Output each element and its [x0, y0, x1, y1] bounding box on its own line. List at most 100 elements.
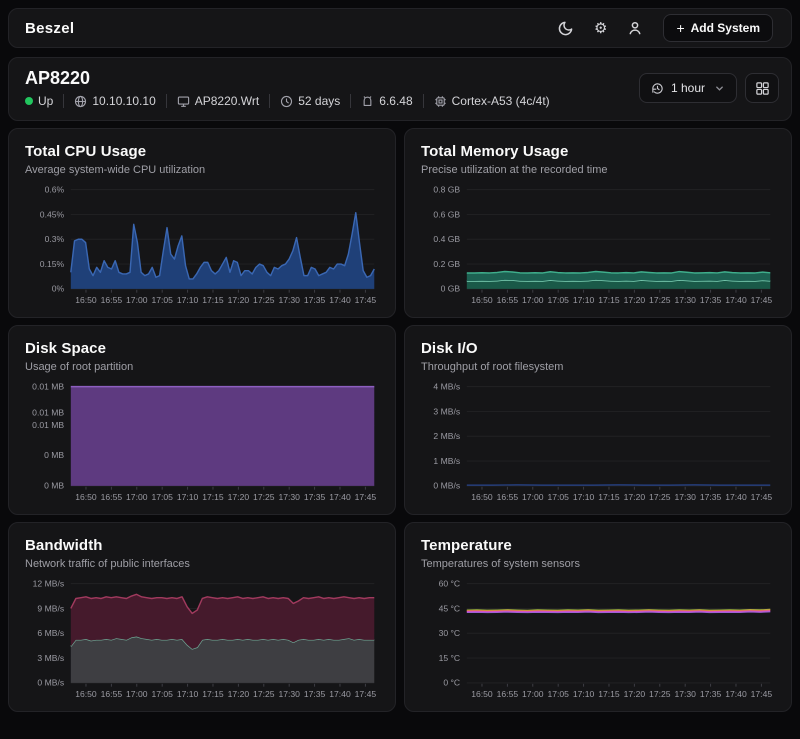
- add-system-label: Add System: [691, 21, 760, 35]
- grid-icon: [755, 81, 770, 96]
- chart-title: Disk I/O: [421, 340, 776, 357]
- layout-grid-button[interactable]: [745, 73, 779, 103]
- time-range-value: 1 hour: [671, 81, 705, 95]
- system-name: AP8220: [25, 68, 550, 89]
- svg-text:16:55: 16:55: [497, 689, 519, 699]
- system-cpu-model-value: Cortex-A53 (4c/4t): [452, 94, 550, 108]
- status-badge: Up: [25, 94, 53, 108]
- svg-text:17:10: 17:10: [573, 295, 595, 305]
- brand-logo[interactable]: Beszel: [25, 20, 74, 37]
- svg-text:0.45%: 0.45%: [40, 209, 65, 219]
- divider: [166, 94, 167, 108]
- svg-text:17:35: 17:35: [304, 295, 326, 305]
- svg-text:0.6 GB: 0.6 GB: [433, 209, 460, 219]
- svg-text:17:10: 17:10: [177, 295, 199, 305]
- svg-text:17:00: 17:00: [522, 295, 544, 305]
- disk-io-chart[interactable]: 4 MB/s3 MB/s2 MB/s1 MB/s0 MB/s16:5016:55…: [421, 378, 776, 504]
- globe-icon: [74, 95, 87, 108]
- svg-text:45 °C: 45 °C: [439, 603, 461, 613]
- svg-text:17:40: 17:40: [725, 492, 747, 502]
- bandwidth-chart[interactable]: 12 MB/s9 MB/s6 MB/s3 MB/s0 MB/s16:5016:5…: [25, 575, 380, 701]
- system-kernel-value: 6.6.48: [379, 94, 412, 108]
- chart-subtitle: Average system-wide CPU utilization: [25, 164, 380, 176]
- svg-text:0.8 GB: 0.8 GB: [433, 184, 460, 194]
- divider: [350, 94, 351, 108]
- svg-text:17:25: 17:25: [649, 689, 671, 699]
- gear-icon: ⚙: [594, 21, 607, 36]
- memory-chart[interactable]: 0.8 GB0.6 GB0.4 GB0.2 GB0 GB16:5016:5517…: [421, 181, 776, 307]
- svg-text:17:20: 17:20: [228, 689, 250, 699]
- svg-text:2 MB/s: 2 MB/s: [433, 431, 460, 441]
- svg-text:17:05: 17:05: [547, 295, 569, 305]
- svg-text:0 GB: 0 GB: [441, 284, 461, 294]
- chart-svg: 0.8 GB0.6 GB0.4 GB0.2 GB0 GB16:5016:5517…: [421, 181, 776, 307]
- svg-text:17:15: 17:15: [598, 492, 620, 502]
- svg-text:17:20: 17:20: [624, 492, 646, 502]
- svg-text:16:50: 16:50: [75, 492, 97, 502]
- settings-button[interactable]: ⚙: [594, 21, 607, 36]
- disk-io-chart-card: Disk I/O Throughput of root filesystem 4…: [404, 325, 792, 515]
- svg-text:17:30: 17:30: [674, 689, 696, 699]
- svg-text:16:50: 16:50: [471, 689, 493, 699]
- chart-title: Total CPU Usage: [25, 143, 380, 160]
- status-dot-icon: [25, 97, 33, 105]
- svg-text:0.2 GB: 0.2 GB: [433, 259, 460, 269]
- svg-text:17:25: 17:25: [649, 492, 671, 502]
- user-menu-button[interactable]: [627, 20, 643, 36]
- header-bar: Beszel ⚙ + Add System: [8, 8, 792, 48]
- page: Beszel ⚙ + Add System AP8220: [0, 0, 800, 720]
- svg-text:17:10: 17:10: [573, 689, 595, 699]
- clock-icon: [280, 95, 293, 108]
- memory-chart-card: Total Memory Usage Precise utilization a…: [404, 128, 792, 318]
- dark-mode-toggle[interactable]: [558, 20, 574, 36]
- svg-text:17:35: 17:35: [304, 492, 326, 502]
- chart-subtitle: Throughput of root filesystem: [421, 361, 776, 373]
- svg-text:17:15: 17:15: [202, 492, 224, 502]
- temperature-chart[interactable]: 60 °C45 °C30 °C15 °C0 °C16:5016:5517:001…: [421, 575, 776, 701]
- svg-text:17:25: 17:25: [253, 295, 275, 305]
- monitor-icon: [177, 95, 190, 108]
- history-icon: [651, 82, 664, 95]
- svg-text:17:40: 17:40: [725, 689, 747, 699]
- svg-text:0 MB: 0 MB: [44, 481, 64, 491]
- svg-text:16:55: 16:55: [101, 295, 123, 305]
- svg-text:0 MB/s: 0 MB/s: [37, 678, 64, 688]
- divider: [423, 94, 424, 108]
- chart-subtitle: Network traffic of public interfaces: [25, 558, 380, 570]
- cpu-chart[interactable]: 0.6%0.45%0.3%0.15%0%16:5016:5517:0017:05…: [25, 181, 380, 307]
- svg-text:17:05: 17:05: [151, 689, 173, 699]
- chart-title: Bandwidth: [25, 537, 380, 554]
- disk-space-chart[interactable]: 0.01 MB0.01 MB0.01 MB0 MB0 MB16:5016:551…: [25, 378, 380, 504]
- system-meta: Up 10.10.10.10 AP8220.Wrt: [25, 94, 550, 108]
- svg-text:17:40: 17:40: [329, 295, 351, 305]
- system-hostname: AP8220.Wrt: [177, 94, 259, 108]
- svg-text:16:50: 16:50: [75, 689, 97, 699]
- svg-text:60 °C: 60 °C: [439, 578, 461, 588]
- chart-svg: 12 MB/s9 MB/s6 MB/s3 MB/s0 MB/s16:5016:5…: [25, 575, 380, 701]
- svg-text:0.3%: 0.3%: [45, 234, 65, 244]
- svg-text:17:10: 17:10: [573, 492, 595, 502]
- svg-text:0.15%: 0.15%: [40, 259, 65, 269]
- svg-text:0 MB: 0 MB: [44, 450, 64, 460]
- svg-text:17:20: 17:20: [228, 295, 250, 305]
- moon-icon: [558, 20, 574, 36]
- chart-svg: 4 MB/s3 MB/s2 MB/s1 MB/s0 MB/s16:5016:55…: [421, 378, 776, 504]
- svg-text:17:35: 17:35: [700, 492, 722, 502]
- svg-text:0.01 MB: 0.01 MB: [32, 407, 64, 417]
- svg-text:17:20: 17:20: [228, 492, 250, 502]
- system-kernel: 6.6.48: [361, 94, 412, 108]
- svg-text:16:50: 16:50: [471, 492, 493, 502]
- svg-text:17:35: 17:35: [700, 689, 722, 699]
- svg-text:17:30: 17:30: [278, 689, 300, 699]
- chart-title: Total Memory Usage: [421, 143, 776, 160]
- svg-text:15 °C: 15 °C: [439, 653, 461, 663]
- add-system-button[interactable]: + Add System: [663, 14, 773, 42]
- svg-text:17:15: 17:15: [598, 689, 620, 699]
- chart-svg: 0.6%0.45%0.3%0.15%0%16:5016:5517:0017:05…: [25, 181, 380, 307]
- svg-text:17:35: 17:35: [304, 689, 326, 699]
- svg-text:16:50: 16:50: [471, 295, 493, 305]
- chevron-down-icon: [714, 83, 725, 94]
- system-controls: 1 hour: [639, 73, 779, 103]
- svg-text:17:45: 17:45: [751, 295, 773, 305]
- time-range-select[interactable]: 1 hour: [639, 73, 737, 103]
